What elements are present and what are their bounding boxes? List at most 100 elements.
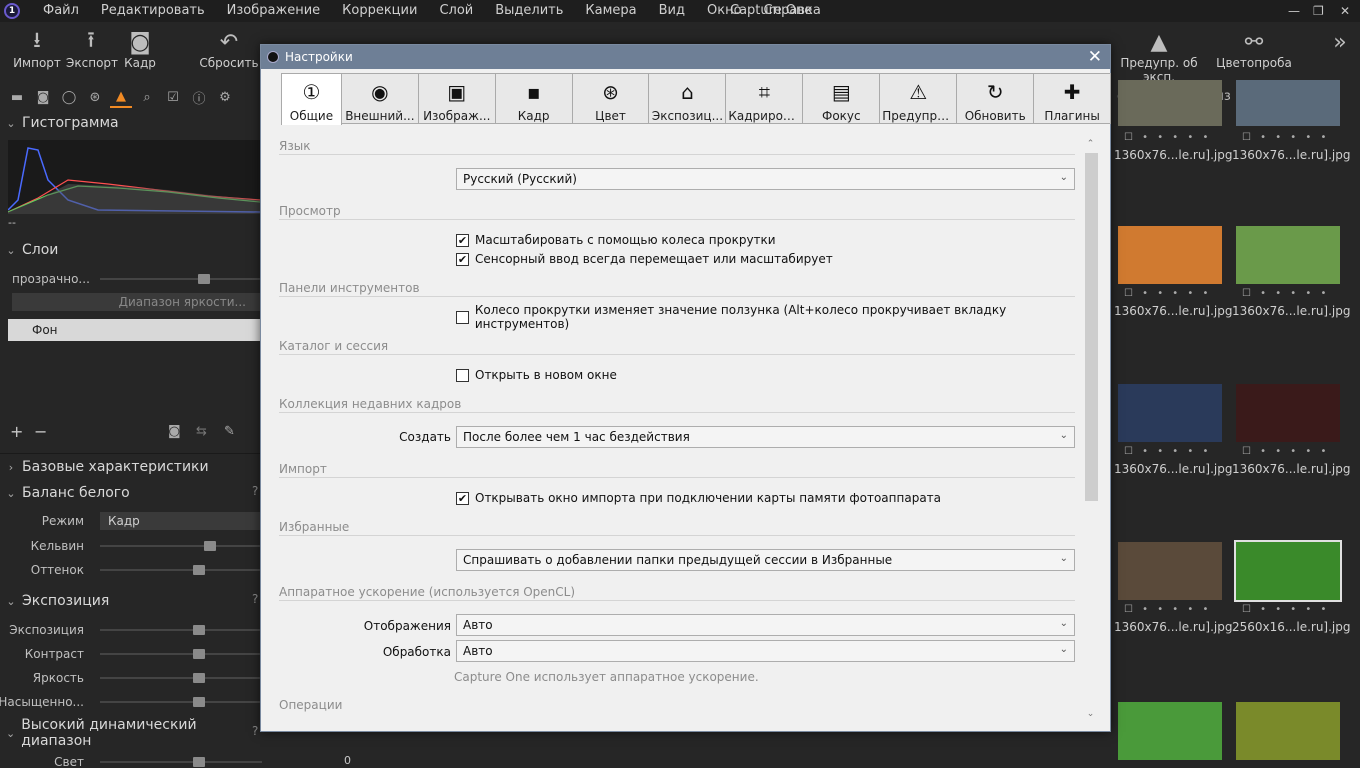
checkbox-zoom-wheel[interactable]: ✔ — [456, 233, 469, 247]
exposure-help-icon[interactable]: ? — [252, 592, 258, 606]
scroll-up-icon[interactable]: ⌃ — [1083, 139, 1098, 149]
contrast-track[interactable] — [100, 653, 262, 655]
opacity-track[interactable] — [100, 278, 262, 280]
brightness-track[interactable] — [100, 677, 262, 679]
wb-help-icon[interactable]: ? — [252, 484, 258, 498]
checkbox-scroll-slider[interactable] — [456, 310, 469, 324]
tab-library-icon[interactable]: ▬ — [6, 86, 28, 108]
highlight-knob[interactable] — [193, 757, 205, 767]
open-new-window-checkbox[interactable]: Открыть в новом окне — [456, 366, 617, 384]
thumbnail-image[interactable] — [1118, 702, 1222, 760]
thumbnail-image[interactable] — [1118, 80, 1222, 126]
tab-5[interactable]: ⌂ Экспозиц... — [649, 73, 727, 124]
restore-icon[interactable]: ❐ — [1313, 0, 1324, 22]
menu-view[interactable]: Вид — [648, 0, 696, 22]
scroll-slider-checkbox[interactable]: Колесо прокрутки изменяет значение ползу… — [456, 303, 1097, 331]
checkbox-touch-input[interactable]: ✔ — [456, 252, 469, 266]
tab-3[interactable]: ▪ Кадр — [495, 73, 573, 124]
base-characteristics-header[interactable]: › Базовые характеристики — [0, 456, 262, 478]
swap-icon[interactable]: ⇆ — [196, 424, 207, 439]
saturation-slider[interactable]: Насыщенно... — [0, 691, 262, 713]
tab-2[interactable]: ▣ Изображ... — [418, 73, 496, 124]
luma-range-button[interactable]: Диапазон яркости... — [12, 293, 262, 311]
remove-layer-icon[interactable]: − — [34, 422, 47, 441]
saturation-knob[interactable] — [193, 697, 205, 707]
menu-camera[interactable]: Камера — [574, 0, 647, 22]
thumbnail-image[interactable] — [1234, 540, 1342, 602]
brightness-knob[interactable] — [193, 673, 205, 683]
app-logo-icon[interactable]: 1 — [4, 3, 20, 19]
tab-6[interactable]: ⌗ Кадриров... — [726, 73, 804, 124]
create-select[interactable]: После более чем 1 час бездействия ⌄ — [456, 426, 1075, 448]
close-icon[interactable]: ✕ — [1088, 47, 1102, 67]
tab-lens-icon[interactable]: ◯ — [58, 86, 80, 108]
reset-button[interactable]: ↶ Сбросить — [198, 28, 260, 71]
tab-color-icon[interactable]: ⊛ — [84, 86, 106, 108]
layers-header[interactable]: ⌄ Слои — [0, 239, 262, 261]
tab-capture-icon[interactable]: ◙ — [32, 86, 54, 108]
contrast-knob[interactable] — [193, 649, 205, 659]
tab-4[interactable]: ⊛ Цвет — [572, 73, 650, 124]
histogram-header[interactable]: ⌄ Гистограмма — [0, 112, 262, 134]
wb-mode-select[interactable]: Кадр — [100, 512, 262, 530]
export-button[interactable]: ⭱ Экспорт — [66, 28, 118, 70]
thumbnail-image[interactable] — [1236, 702, 1340, 760]
tint-slider[interactable]: Оттенок — [0, 559, 262, 581]
rating-stars[interactable]: ☐ • • • • • — [1242, 604, 1329, 615]
hdr-help-icon[interactable]: ? — [252, 724, 258, 738]
background-layer[interactable]: Фон — [8, 319, 262, 341]
rating-stars[interactable]: ☐ • • • • • — [1124, 288, 1211, 299]
exposure-track[interactable] — [100, 629, 262, 631]
menu-layer[interactable]: Слой — [428, 0, 484, 22]
white-balance-header[interactable]: ⌄ Баланс белого — [0, 482, 262, 504]
rating-stars[interactable]: ☐ • • • • • — [1242, 446, 1329, 457]
tab-0[interactable]: ① Общие — [281, 73, 342, 126]
thumbnail-image[interactable] — [1118, 226, 1222, 284]
highlight-slider[interactable]: Свет — [0, 751, 262, 768]
highlight-track[interactable] — [100, 761, 262, 763]
rating-stars[interactable]: ☐ • • • • • — [1242, 132, 1329, 143]
opacity-knob[interactable] — [198, 274, 210, 284]
processing-select[interactable]: Авто ⌄ — [456, 640, 1075, 662]
tab-8[interactable]: ⚠ Предупре... — [880, 73, 958, 124]
language-select[interactable]: Русский (Русский) ⌄ — [456, 168, 1075, 190]
menu-select[interactable]: Выделить — [484, 0, 574, 22]
close-window-icon[interactable]: ✕ — [1340, 0, 1350, 22]
checkbox-open-import[interactable]: ✔ — [456, 491, 469, 505]
contrast-slider[interactable]: Контраст — [0, 643, 262, 665]
hdr-header[interactable]: ⌄ Высокий динамический диапазон — [0, 717, 262, 749]
rating-stars[interactable]: ☐ • • • • • — [1124, 604, 1211, 615]
scroll-down-icon[interactable]: ⌄ — [1083, 709, 1098, 719]
touch-input-checkbox[interactable]: ✔ Сенсорный ввод всегда перемещает или м… — [456, 250, 833, 268]
rating-stars[interactable]: ☐ • • • • • — [1124, 446, 1211, 457]
checkbox-open-new-window[interactable] — [456, 368, 469, 382]
menu-file[interactable]: Файл — [32, 0, 90, 22]
thumbnail-image[interactable] — [1118, 542, 1222, 600]
mask-icon[interactable]: ◙ — [168, 424, 181, 439]
import-button[interactable]: ⭳ Импорт — [12, 28, 62, 70]
thumbnail-image[interactable] — [1236, 384, 1340, 442]
brush-icon[interactable]: ✎ — [224, 424, 235, 439]
tint-track[interactable] — [100, 569, 262, 571]
exposure-header[interactable]: ⌄ Экспозиция — [0, 590, 262, 612]
thumbnail-image[interactable] — [1236, 80, 1340, 126]
tab-metadata-icon[interactable]: ⓘ — [188, 86, 210, 108]
brightness-slider[interactable]: Яркость — [0, 667, 262, 689]
minimize-icon[interactable]: — — [1288, 0, 1300, 22]
dialog-scrollbar[interactable]: ⌃ ⌄ — [1083, 139, 1098, 719]
rating-stars[interactable]: ☐ • • • • • — [1242, 288, 1329, 299]
tab-7[interactable]: ▤ Фокус — [803, 73, 881, 124]
rating-stars[interactable]: ☐ • • • • • — [1124, 132, 1211, 143]
zoom-wheel-checkbox[interactable]: ✔ Масштабировать с помощью колеса прокру… — [456, 231, 776, 249]
thumbnail-image[interactable] — [1236, 226, 1340, 284]
scrollbar-thumb[interactable] — [1085, 153, 1098, 501]
tab-1[interactable]: ◉ Внешний... — [341, 73, 419, 124]
menu-adjustments[interactable]: Коррекции — [331, 0, 428, 22]
saturation-track[interactable] — [100, 701, 262, 703]
tab-details-icon[interactable]: ⌕ — [136, 86, 158, 108]
add-layer-icon[interactable]: + — [10, 422, 23, 441]
tab-9[interactable]: ↻ Обновить — [957, 73, 1035, 124]
capture-button[interactable]: ◙ Кадр — [120, 28, 160, 71]
tab-10[interactable]: ✚ Плагины — [1034, 73, 1112, 124]
tab-output-icon[interactable]: ⚙ — [214, 86, 236, 108]
